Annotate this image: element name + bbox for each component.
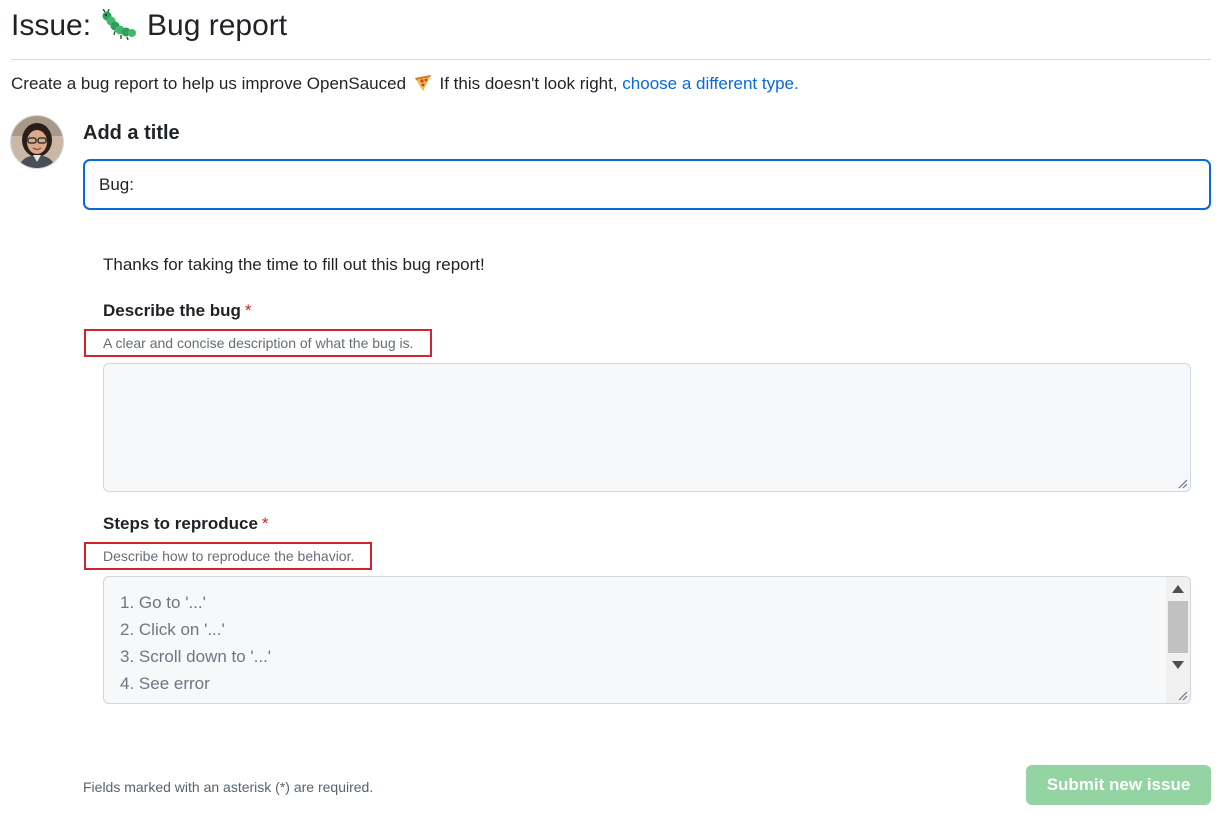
steps-line: 2. Click on '...' bbox=[120, 620, 225, 639]
avatar bbox=[11, 116, 63, 168]
page-title-prefix: Issue: bbox=[11, 9, 92, 42]
steps-hint: Describe how to reproduce the behavior. bbox=[84, 542, 373, 570]
choose-type-link[interactable]: choose a different type. bbox=[622, 74, 798, 93]
resize-grip-icon[interactable] bbox=[1176, 689, 1188, 701]
describe-bug-label: Describe the bug * bbox=[103, 299, 252, 323]
form-intro-text: Thanks for taking the time to fill out t… bbox=[103, 255, 485, 274]
title-divider bbox=[11, 59, 1211, 60]
page-title: Issue: Bug report bbox=[11, 6, 287, 46]
describe-bug-textarea[interactable] bbox=[103, 363, 1191, 492]
caterpillar-bug-icon bbox=[101, 8, 137, 43]
steps-textarea[interactable]: 1. Go to '...' 2. Click on '...' 3. Scro… bbox=[103, 576, 1191, 704]
describe-bug-label-text: Describe the bug bbox=[103, 301, 241, 320]
steps-scrollbar[interactable] bbox=[1166, 577, 1190, 703]
issue-title-input[interactable] bbox=[83, 159, 1211, 210]
resize-grip-icon[interactable] bbox=[1176, 477, 1188, 489]
steps-line: 3. Scroll down to '...' bbox=[120, 647, 272, 666]
intro-message-2: If this doesn't look right, bbox=[439, 74, 623, 93]
steps-line: 1. Go to '...' bbox=[120, 593, 206, 612]
scroll-down-arrow-icon[interactable] bbox=[1172, 661, 1184, 669]
required-fields-note: Fields marked with an asterisk (*) are r… bbox=[83, 779, 374, 795]
intro-text: Create a bug report to help us improve O… bbox=[11, 72, 799, 96]
required-mark: * bbox=[261, 514, 269, 533]
steps-label: Steps to reproduce * bbox=[103, 512, 269, 536]
submit-issue-button[interactable]: Submit new issue bbox=[1026, 765, 1211, 805]
page-title-text: Bug report bbox=[147, 9, 288, 42]
intro-message: Create a bug report to help us improve O… bbox=[11, 74, 407, 93]
steps-line: 4. See error bbox=[120, 674, 210, 693]
describe-bug-hint: A clear and concise description of what … bbox=[84, 329, 432, 357]
scroll-thumb[interactable] bbox=[1168, 601, 1188, 653]
required-mark: * bbox=[244, 301, 252, 320]
pizza-icon bbox=[413, 74, 433, 92]
steps-label-text: Steps to reproduce bbox=[103, 514, 258, 533]
scroll-up-arrow-icon[interactable] bbox=[1172, 585, 1184, 593]
steps-placeholder: 1. Go to '...' 2. Click on '...' 3. Scro… bbox=[120, 589, 271, 697]
add-title-label: Add a title bbox=[83, 122, 180, 144]
